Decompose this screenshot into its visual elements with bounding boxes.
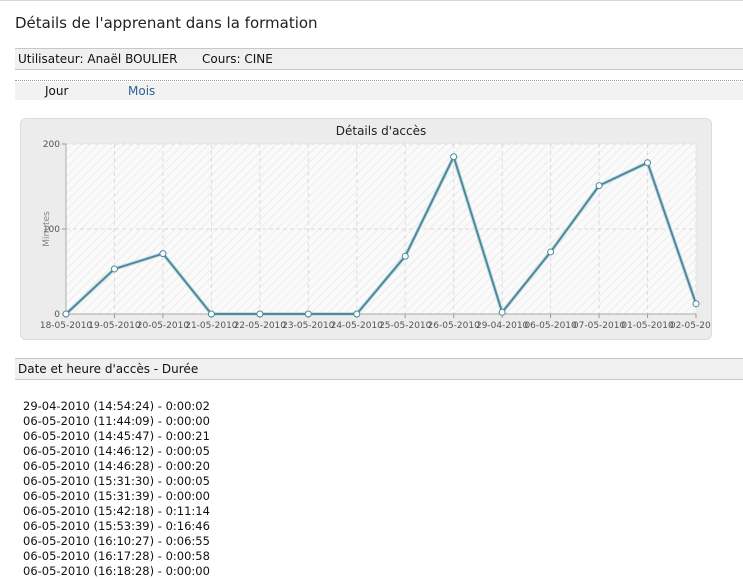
data-point: [401, 252, 409, 260]
access-entry: 29-04-2010 (14:54:24) - 0:00:02: [23, 399, 210, 413]
access-list: 29-04-2010 (14:54:24) - 0:00:02 06-05-201…: [23, 399, 210, 579]
tab-jour[interactable]: Jour: [45, 82, 68, 100]
data-point: [256, 310, 264, 318]
access-entry: 06-05-2010 (14:46:28) - 0:00:20: [23, 459, 210, 473]
x-tick-label: 26-05-2010: [428, 321, 481, 331]
x-tick-label: 19-05-2010: [88, 321, 141, 331]
chart-title: Détails d'accès: [336, 124, 427, 138]
x-tick-label: 24-05-2010: [331, 321, 384, 331]
x-tick-label: 01-05-2010: [621, 321, 674, 331]
course-label: Cours: CINE: [202, 52, 273, 66]
access-entry: 06-05-2010 (15:53:39) - 0:16:46: [23, 519, 210, 533]
page-title: Détails de l'apprenant dans la formation: [15, 14, 318, 32]
data-point: [353, 310, 361, 318]
x-tick-label: 23-05-2010: [282, 321, 335, 331]
user-info-bar: Utilisateur: Anaël BOULIER Cours: CINE: [15, 48, 743, 70]
access-entry: 06-05-2010 (16:17:28) - 0:00:58: [23, 549, 210, 563]
y-axis-label: Minutes: [42, 211, 52, 247]
user-label: Utilisateur: Anaël BOULIER: [18, 52, 178, 66]
y-tick-label: 200: [43, 140, 60, 150]
data-point: [62, 310, 70, 318]
data-point: [450, 153, 458, 161]
divider: [15, 80, 743, 81]
access-entry: 06-05-2010 (11:44:09) - 0:00:00: [23, 414, 210, 428]
x-tick-label: 18-05-2010: [40, 321, 93, 331]
data-point: [644, 159, 652, 167]
access-list-header-label: Date et heure d'accès - Durée: [18, 362, 199, 376]
data-point: [547, 248, 555, 256]
tab-mois[interactable]: Mois: [128, 82, 155, 100]
access-list-header: Date et heure d'accès - Durée: [15, 358, 743, 380]
x-tick-label: 06-05-2010: [524, 321, 577, 331]
data-point: [595, 182, 603, 190]
data-point: [692, 300, 700, 308]
data-point: [498, 308, 506, 316]
x-tick-label: 21-05-2010: [185, 321, 238, 331]
x-tick-label: 25-05-2010: [379, 321, 432, 331]
x-tick-label: 22-05-2010: [234, 321, 287, 331]
data-point: [159, 250, 167, 258]
access-entry: 06-05-2010 (16:18:28) - 0:00:00: [23, 564, 210, 578]
access-entry: 06-05-2010 (15:42:18) - 0:11:14: [23, 504, 210, 518]
access-entry: 06-05-2010 (15:31:30) - 0:00:05: [23, 474, 210, 488]
x-tick-label: 02-05-2010: [670, 321, 711, 331]
access-entry: 06-05-2010 (14:46:12) - 0:00:05: [23, 444, 210, 458]
data-point: [304, 310, 312, 318]
top-border: [0, 0, 743, 1]
x-tick-label: 20-05-2010: [137, 321, 190, 331]
access-entry: 06-05-2010 (15:31:39) - 0:00:00: [23, 489, 210, 503]
access-chart-svg: Détails d'accès010020018-05-201019-05-20…: [40, 124, 711, 331]
access-entry: 06-05-2010 (16:10:27) - 0:06:55: [23, 534, 210, 548]
y-tick-label: 0: [54, 310, 60, 320]
access-chart: Détails d'accès 0 100 200 18-05-2010 19-05-20…: [20, 118, 712, 340]
x-tick-label: 07-05-2010: [573, 321, 626, 331]
access-entry: 06-05-2010 (14:45:47) - 0:00:21: [23, 429, 210, 443]
period-tabs: Jour Mois: [15, 82, 743, 100]
data-point: [110, 265, 118, 273]
x-tick-label: 29-04-2010: [476, 321, 529, 331]
data-point: [207, 310, 215, 318]
